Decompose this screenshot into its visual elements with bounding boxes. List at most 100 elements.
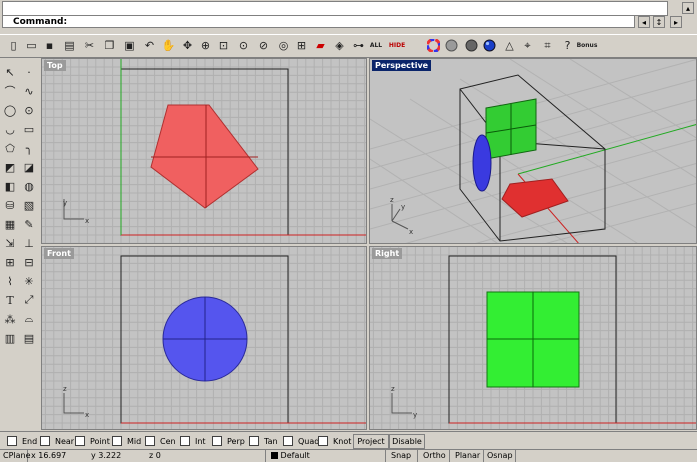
four-view-icon[interactable]: ⊞: [294, 38, 309, 53]
rectangle-icon[interactable]: ▭: [21, 121, 37, 137]
dimension-icon[interactable]: ⤢: [21, 292, 37, 308]
move-icon[interactable]: ⇲: [2, 235, 18, 251]
viewport-right[interactable]: z y Right: [369, 246, 697, 430]
zoom-extents-icon[interactable]: ⊙: [236, 38, 251, 53]
light-icon[interactable]: △: [502, 38, 517, 53]
pan-icon[interactable]: ✋: [161, 38, 176, 53]
checkbox[interactable]: [212, 436, 222, 446]
snap-toggle[interactable]: Snap: [388, 450, 418, 462]
group-icon[interactable]: ⊟: [21, 254, 37, 270]
checkbox[interactable]: [318, 436, 328, 446]
fillet-icon[interactable]: ╮: [21, 140, 37, 156]
solid-edit-icon[interactable]: ▧: [21, 197, 37, 213]
osnap-near[interactable]: Near: [40, 435, 74, 447]
snap-icon[interactable]: ⌗: [540, 38, 555, 53]
checkbox[interactable]: [7, 436, 17, 446]
hide-button[interactable]: HIDE: [388, 38, 406, 53]
array-icon[interactable]: ⊞: [2, 254, 18, 270]
circle-center-icon[interactable]: ⊙: [21, 102, 37, 118]
save-icon[interactable]: ▪: [42, 38, 57, 53]
zoom-icon[interactable]: ⊕: [198, 38, 213, 53]
viewport-top[interactable]: y x Top: [41, 58, 367, 244]
paste-icon[interactable]: ▣: [122, 38, 137, 53]
osnap-tan[interactable]: Tan: [249, 435, 278, 447]
point-icon[interactable]: ·: [21, 64, 37, 80]
open-icon[interactable]: ▭: [24, 38, 39, 53]
osnap-knot[interactable]: Knot: [318, 435, 351, 447]
checkbox[interactable]: [283, 436, 293, 446]
command-scroll-right-button[interactable]: ▸: [670, 16, 682, 28]
bonus-button[interactable]: Bonus: [577, 38, 598, 53]
boolean-icon[interactable]: ◍: [21, 178, 37, 194]
zoom-selected-icon[interactable]: ⊘: [256, 38, 271, 53]
copy-icon[interactable]: ❐: [102, 38, 117, 53]
osnap-perp[interactable]: Perp: [212, 435, 245, 447]
grid-icon[interactable]: ⌖: [520, 38, 535, 53]
car-icon[interactable]: ▰: [313, 38, 328, 53]
viewport-perspective[interactable]: z y x Perspective: [369, 58, 697, 244]
checkbox[interactable]: [180, 436, 190, 446]
cut-icon[interactable]: ✂: [82, 38, 97, 53]
surface-icon[interactable]: ◩: [2, 159, 18, 175]
osnap-mid[interactable]: Mid: [112, 435, 141, 447]
osnap-cen[interactable]: Cen: [145, 435, 176, 447]
circle-shape[interactable]: [472, 134, 492, 192]
osnap-toggle[interactable]: Osnap: [484, 450, 516, 462]
arc-icon[interactable]: ◡: [2, 121, 18, 137]
circle-tool-icon[interactable]: ◯: [2, 102, 18, 118]
osnap-quad[interactable]: Quad: [283, 435, 319, 447]
analyze-icon[interactable]: ⁂: [2, 311, 18, 327]
shade-icon[interactable]: [444, 38, 459, 53]
extrude-surface-icon[interactable]: ◪: [21, 159, 37, 175]
layer-pane[interactable]: Default: [268, 450, 386, 462]
disable-button[interactable]: Disable: [389, 434, 425, 449]
join-icon[interactable]: ⌇: [2, 273, 18, 289]
box-icon[interactable]: ◧: [2, 178, 18, 194]
viewport-title-perspective[interactable]: Perspective: [372, 60, 432, 71]
undo-icon[interactable]: ↶: [142, 38, 157, 53]
cylinder-icon[interactable]: ⛁: [2, 197, 18, 213]
checkbox[interactable]: [249, 436, 259, 446]
ortho-toggle[interactable]: Ortho: [420, 450, 450, 462]
command-scroll-left-button[interactable]: ◂: [638, 16, 650, 28]
viewport-title-front[interactable]: Front: [44, 248, 74, 259]
layout-icon[interactable]: ▥: [2, 330, 18, 346]
split-icon[interactable]: ⊥: [21, 235, 37, 251]
checkbox[interactable]: [75, 436, 85, 446]
render-tool-icon[interactable]: ⌓: [21, 311, 37, 327]
render-icon[interactable]: [464, 38, 479, 53]
command-spin-button[interactable]: ↕: [653, 16, 665, 28]
polygon-icon[interactable]: ⬠: [2, 140, 18, 156]
checkbox[interactable]: [40, 436, 50, 446]
select-all-button[interactable]: ALL: [368, 38, 384, 53]
zoom-window-icon[interactable]: ⊡: [216, 38, 231, 53]
rotate-view-icon[interactable]: ✥: [180, 38, 195, 53]
viewport-title-right[interactable]: Right: [372, 248, 403, 259]
curve-icon[interactable]: ∿: [21, 83, 37, 99]
mesh-icon[interactable]: ▦: [2, 216, 18, 232]
pentagon-shape[interactable]: [501, 178, 569, 218]
checkbox[interactable]: [112, 436, 122, 446]
sphere-icon[interactable]: [482, 38, 497, 53]
explode-icon[interactable]: ✳: [21, 273, 37, 289]
print-icon[interactable]: ▤: [62, 38, 77, 53]
history-scroll-up-button[interactable]: ▴: [682, 2, 694, 14]
planar-toggle[interactable]: Planar: [452, 450, 484, 462]
new-icon[interactable]: ▯: [6, 38, 21, 53]
osnap-int[interactable]: Int: [180, 435, 206, 447]
project-button[interactable]: Project: [353, 434, 389, 449]
viewport-title-top[interactable]: Top: [44, 60, 66, 71]
zoom-dynamic-icon[interactable]: ◎: [276, 38, 291, 53]
command-prompt[interactable]: Command:: [2, 15, 635, 28]
text-icon[interactable]: T: [2, 292, 18, 308]
select-arrow-icon[interactable]: ↖: [2, 64, 18, 80]
layers-icon[interactable]: ◈: [332, 38, 347, 53]
checkbox[interactable]: [145, 436, 155, 446]
color-wheel-icon[interactable]: [426, 38, 441, 53]
help-icon[interactable]: ?: [560, 38, 575, 53]
osnap-end[interactable]: End: [7, 435, 37, 447]
osnap-point[interactable]: Point: [75, 435, 110, 447]
viewport-front[interactable]: z x Front: [41, 246, 367, 430]
options-icon[interactable]: ▤: [21, 330, 37, 346]
polyline-icon[interactable]: ⌒: [2, 83, 18, 99]
